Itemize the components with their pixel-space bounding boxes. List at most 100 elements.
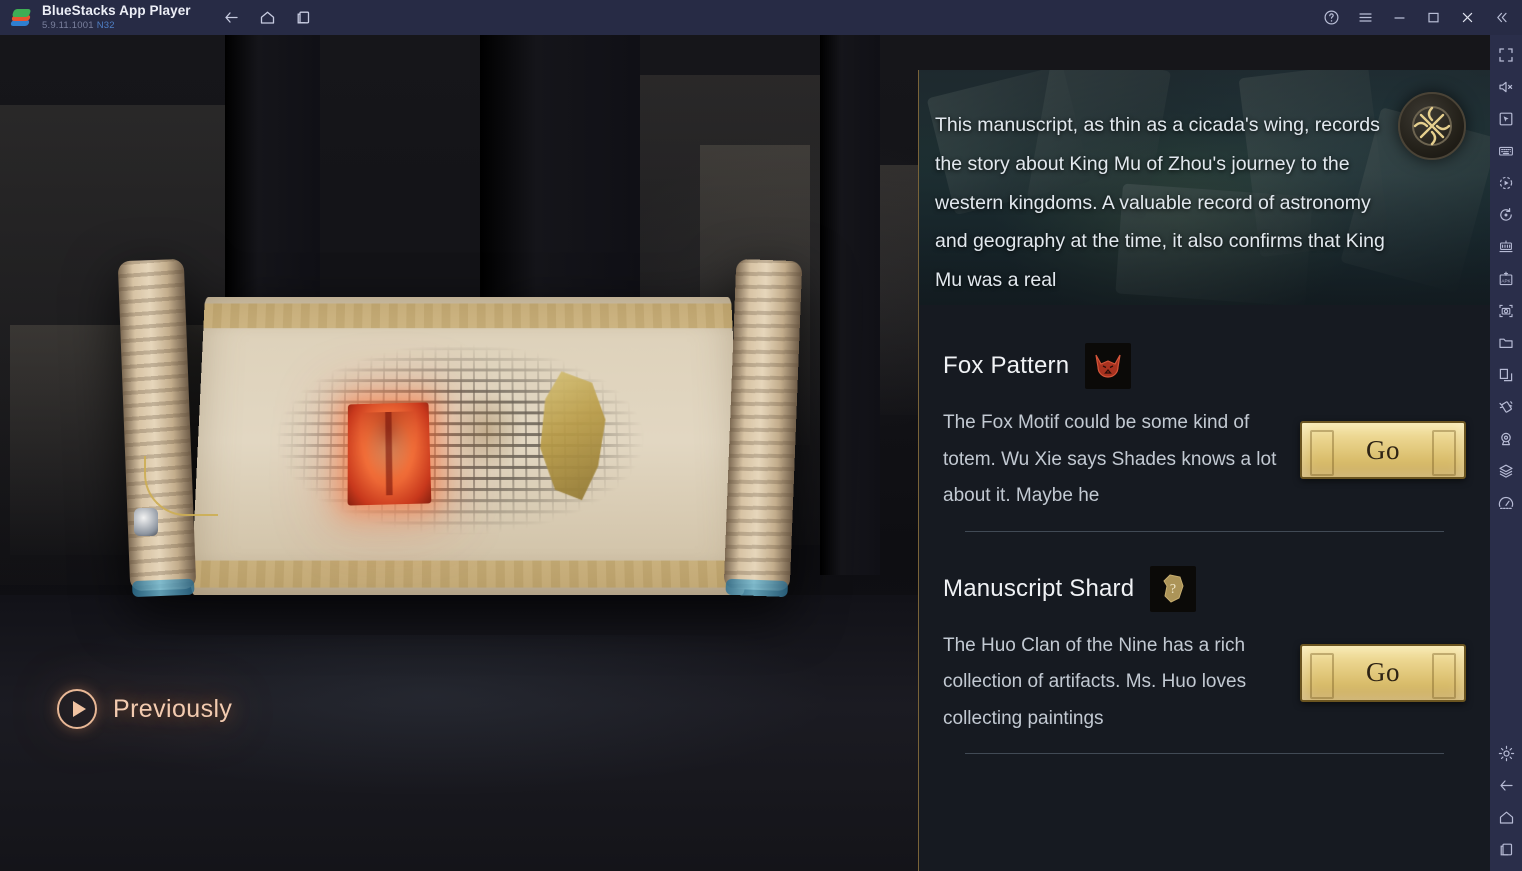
titlebar: BlueStacks App Player 5.9.11.1001 N32 [0,0,1522,35]
location-button[interactable] [1490,423,1522,455]
speed-meter-icon [1498,496,1514,509]
fullscreen-icon [1499,48,1513,62]
gear-icon [1498,745,1514,761]
app-title: BlueStacks App Player [42,3,191,19]
location-pin-icon [1501,432,1511,446]
bluestacks-logo-icon [10,7,32,29]
svg-text:?: ? [1170,582,1176,597]
copy-button[interactable] [1490,359,1522,391]
layers-button[interactable] [1490,455,1522,487]
clue-title: Manuscript Shard [943,574,1135,602]
clue-body: The Huo Clan of the Nine has a rich coll… [943,628,1466,738]
android-recents-button[interactable] [1490,833,1522,865]
back-button[interactable] [217,5,247,31]
clue-header: Fox Pattern [943,343,1466,389]
recents-button[interactable] [289,5,319,31]
android-home-button[interactable] [1490,801,1522,833]
minimize-button[interactable] [1384,5,1414,31]
android-back-button[interactable] [1490,769,1522,801]
hamburger-menu-icon [1358,13,1372,22]
fullscreen-button[interactable] [1490,39,1522,71]
multi-instance-button[interactable] [1490,231,1522,263]
fox-head-icon [1085,343,1132,389]
previously-label: Previously [113,694,233,723]
mute-button[interactable] [1490,71,1522,103]
scroll-roller-left [117,258,197,592]
go-button-label: Go [1366,657,1400,687]
macro-recorder-button[interactable] [1490,167,1522,199]
apk-install-icon: APK [1499,271,1513,286]
ancient-manuscript-scroll[interactable] [117,258,803,640]
clue-header: Manuscript Shard ? [943,565,1466,612]
glowing-red-seal[interactable] [347,402,432,506]
svg-text:APK: APK [1501,278,1511,283]
previously-button[interactable]: Previously [55,683,246,735]
app-title-group: BlueStacks App Player 5.9.11.1001 N32 [42,4,191,30]
arrow-left-icon [1499,779,1513,791]
version-number: 5.9.11.1001 [42,19,94,31]
layers-icon [1499,464,1513,478]
rotate-button[interactable] [1490,199,1522,231]
camera-icon [1499,304,1513,318]
cursor-pointer-icon [1499,112,1513,126]
screenshot-button[interactable] [1490,295,1522,327]
home-button[interactable] [253,5,283,31]
clue-text: The Huo Clan of the Nine has a rich coll… [943,634,1247,729]
install-apk-button[interactable]: APK [1490,263,1522,295]
clue-section-manuscript-shard: Manuscript Shard ? The Huo Clan of the N… [919,565,1490,754]
keyboard-controls-button[interactable] [1490,135,1522,167]
minimize-icon [1393,17,1405,19]
section-divider [965,530,1444,532]
maximize-icon [1427,12,1439,23]
chevron-double-left-icon [1496,12,1507,23]
go-button-fox-pattern[interactable]: Go [1300,421,1466,479]
section-divider [965,753,1444,754]
menu-button[interactable] [1350,5,1380,31]
play-circle-icon [57,689,97,729]
rotate-icon [1500,208,1512,221]
game-viewport[interactable]: Previously This manuscript, as thin as a… [0,35,1490,871]
crossed-circle-emblem [1398,92,1466,160]
settings-button[interactable] [1490,737,1522,769]
speaker-mute-icon [1499,81,1513,93]
clue-title: Fox Pattern [943,352,1070,379]
collapse-sidebar-button[interactable] [1486,5,1516,31]
help-circle-icon [1323,10,1339,25]
maximize-button[interactable] [1418,5,1448,31]
help-button[interactable] [1316,5,1346,31]
clue-text: The Fox Motif could be some kind of tote… [943,412,1277,506]
app-version: 5.9.11.1001 N32 [42,19,191,31]
manuscript-description: This manuscript, as thin as a cicada's w… [935,114,1385,292]
scroll-border-band-bottom [191,560,745,588]
cursor-button[interactable] [1490,103,1522,135]
scroll-tassel [134,508,158,536]
clue-section-fox-pattern: Fox Pattern The Fox Motif could be some … [919,343,1490,532]
scroll-roller-right [723,258,803,592]
recents-icon [297,11,310,24]
go-button-manuscript-shard[interactable]: Go [1300,643,1466,702]
go-button-label: Go [1366,434,1400,465]
manuscript-description-hero: This manuscript, as thin as a cicada's w… [919,70,1490,305]
close-button[interactable] [1452,5,1482,31]
multi-instance-icon [1499,240,1513,253]
home-icon [261,11,275,24]
close-icon [1462,12,1472,23]
arrow-left-icon [225,12,238,23]
manuscript-shard-icon: ? [1150,565,1197,612]
copy-icon [1499,368,1513,382]
clue-body: The Fox Motif could be some kind of tote… [943,405,1466,515]
eco-mode-button[interactable] [1490,487,1522,519]
macro-play-icon [1499,176,1513,190]
shake-icon [1499,401,1513,413]
bluestacks-sidebar: APK [1490,35,1522,871]
ink-smudge [447,388,527,474]
shake-button[interactable] [1490,391,1522,423]
titlebar-nav-group [217,5,319,31]
media-manager-button[interactable] [1490,327,1522,359]
scroll-border-band-top [203,303,733,329]
scroll-paper [190,296,746,595]
clue-info-panel: This manuscript, as thin as a cicada's w… [918,70,1490,871]
instance-name: N32 [96,19,115,31]
window-controls [1316,5,1522,31]
keyboard-icon [1499,146,1513,156]
